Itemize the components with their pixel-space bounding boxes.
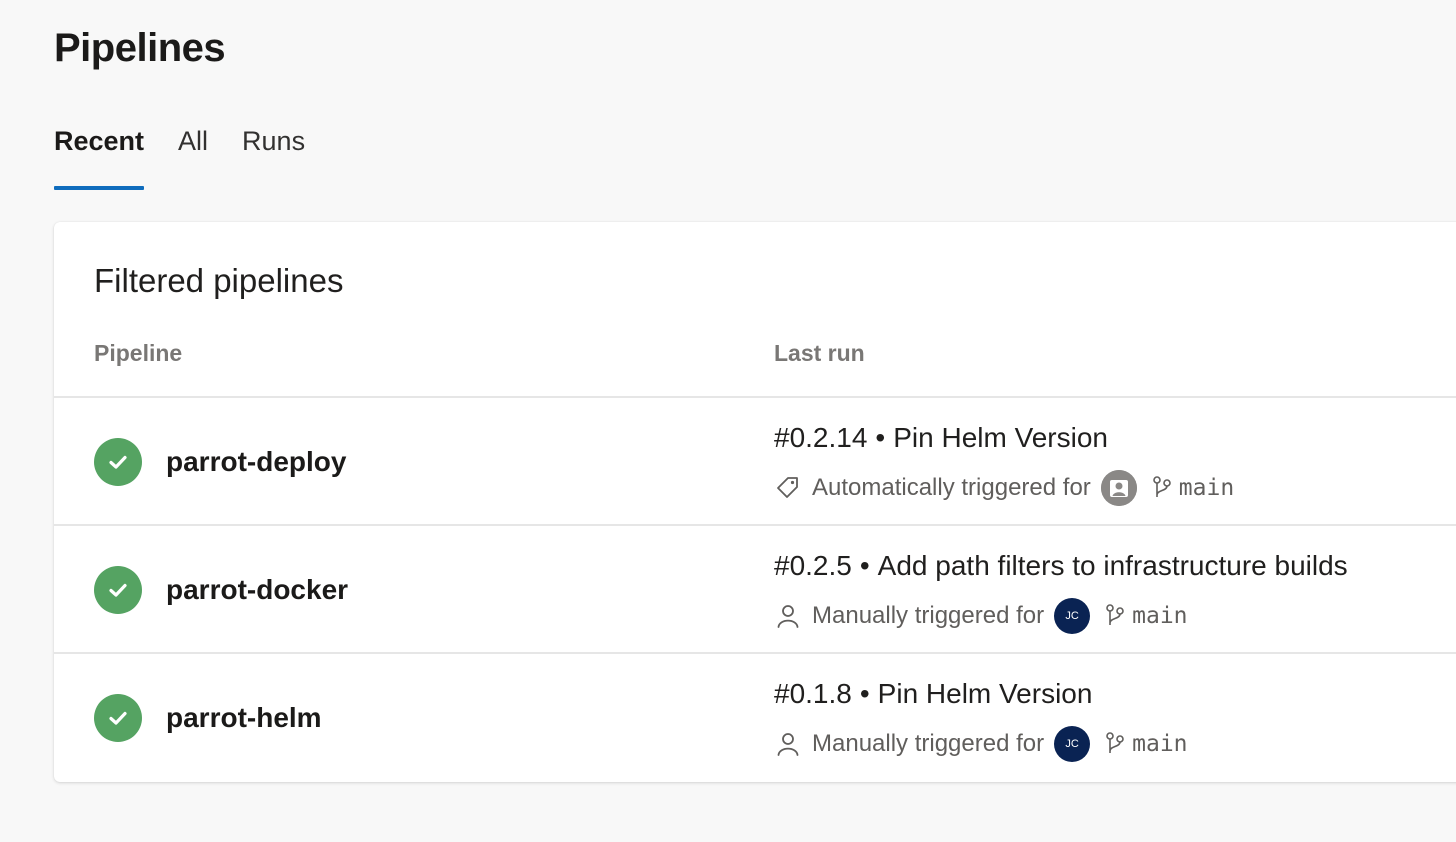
run-message: Pin Helm Version bbox=[877, 678, 1093, 709]
separator-dot: • bbox=[875, 422, 886, 453]
branch-name[interactable]: main bbox=[1179, 475, 1234, 501]
success-check-icon bbox=[94, 438, 142, 486]
separator-dot: • bbox=[859, 678, 870, 709]
column-header-pipeline: Pipeline bbox=[94, 340, 183, 366]
user-avatar: JC bbox=[1054, 726, 1091, 762]
person-icon bbox=[774, 730, 802, 758]
branch-name[interactable]: main bbox=[1132, 731, 1187, 757]
branch-icon bbox=[1151, 475, 1173, 501]
page-title: Pipelines bbox=[54, 26, 226, 70]
pipeline-name[interactable]: parrot-helm bbox=[166, 702, 322, 734]
branch-name[interactable]: main bbox=[1132, 603, 1187, 629]
pipeline-name[interactable]: parrot-deploy bbox=[166, 446, 346, 478]
card-title: Filtered pipelines bbox=[94, 262, 344, 299]
success-check-icon bbox=[94, 566, 142, 614]
run-trigger-info: Manually triggered for JC main bbox=[774, 726, 1188, 762]
branch-icon bbox=[1104, 731, 1126, 757]
separator-dot: • bbox=[859, 550, 870, 581]
trigger-text: Manually triggered for bbox=[812, 602, 1045, 629]
run-trigger-info: Automatically triggered for main bbox=[774, 470, 1234, 506]
pipeline-row-parrot-docker[interactable]: parrot-docker #0.2.5 • Add path filters to… bbox=[54, 526, 1456, 654]
last-run-title[interactable]: #0.2.5 • Add path filters to infrastructur… bbox=[774, 550, 1348, 582]
person-icon bbox=[774, 602, 802, 630]
trigger-text: Manually triggered for bbox=[812, 730, 1045, 757]
run-message: Pin Helm Version bbox=[893, 422, 1108, 453]
trigger-text: Automatically triggered for bbox=[812, 474, 1091, 501]
tab-recent[interactable]: Recent bbox=[54, 126, 145, 190]
last-run-title[interactable]: #0.2.14 • Pin Helm Version bbox=[774, 422, 1108, 454]
user-avatar: JC bbox=[1054, 598, 1091, 634]
pipeline-name[interactable]: parrot-docker bbox=[166, 574, 348, 606]
run-message: Add path filters to infrastructure build… bbox=[877, 550, 1348, 581]
column-header-last-run: Last run bbox=[774, 340, 865, 366]
pipelines-card: Filtered pipelines Pipeline Last run par… bbox=[54, 222, 1456, 782]
pipeline-row-parrot-helm[interactable]: parrot-helm #0.1.8 • Pin Helm Version Manu… bbox=[54, 654, 1456, 782]
branch-icon bbox=[1104, 603, 1126, 629]
tag-icon bbox=[774, 474, 802, 502]
tab-all[interactable]: All bbox=[178, 126, 208, 190]
last-run-title[interactable]: #0.1.8 • Pin Helm Version bbox=[774, 678, 1092, 710]
default-user-avatar bbox=[1100, 470, 1137, 506]
pipeline-row-parrot-deploy[interactable]: parrot-deploy #0.2.14 • Pin Helm Version A… bbox=[54, 398, 1456, 526]
tab-bar: Recent All Runs bbox=[54, 126, 339, 190]
run-trigger-info: Manually triggered for JC main bbox=[774, 598, 1188, 634]
run-number: #0.1.8 bbox=[774, 678, 852, 709]
run-number: #0.2.5 bbox=[774, 550, 852, 581]
success-check-icon bbox=[94, 694, 142, 742]
run-number: #0.2.14 bbox=[774, 422, 868, 453]
tab-runs[interactable]: Runs bbox=[242, 126, 305, 190]
